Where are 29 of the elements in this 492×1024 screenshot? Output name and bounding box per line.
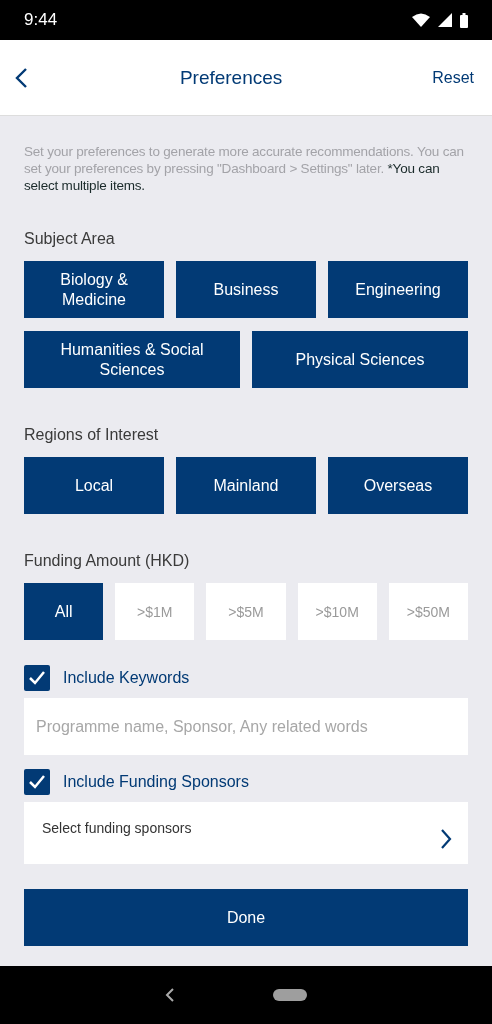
chevron-right-icon xyxy=(440,828,452,850)
back-nav-icon[interactable] xyxy=(165,988,175,1002)
section-label: Regions of Interest xyxy=(24,426,160,444)
status-time: 9:44 xyxy=(24,10,58,30)
section-label: Subject Area xyxy=(24,230,116,248)
option-chip[interactable]: Physical Sciences xyxy=(252,331,468,388)
wifi-icon xyxy=(412,13,430,27)
done-button[interactable]: Done xyxy=(24,889,468,946)
section-label: Funding Amount (HKD) xyxy=(24,552,191,570)
signal-icon xyxy=(438,13,452,27)
keyword-field[interactable]: Programme name, Sponsor, Any related words xyxy=(24,698,468,755)
option-chip[interactable]: Engineering xyxy=(328,261,468,318)
option-chip[interactable]: Overseas xyxy=(328,457,468,514)
option-chip[interactable]: Mainland xyxy=(176,457,316,514)
checkbox-label[interactable]: Include Keywords xyxy=(63,669,190,687)
intro-text: Set your preferences to generate more accurate recommendations. You can set your preferences by pressing "Dashboard > Settings" later. *You can select multiple items. xyxy=(24,143,465,194)
checkbox-label[interactable]: Include Funding Sponsors xyxy=(63,773,249,791)
reset-button[interactable]: Reset xyxy=(428,64,478,91)
option-chip[interactable]: Biology & Medicine xyxy=(24,261,164,318)
option-chip[interactable]: All xyxy=(24,583,104,640)
checkbox[interactable] xyxy=(24,769,50,795)
page-title: Preferences xyxy=(178,66,284,89)
battery-icon xyxy=(460,12,468,28)
option-chip[interactable]: Business xyxy=(176,261,316,318)
sponsor-select[interactable]: Select funding sponsors xyxy=(24,802,468,864)
option-chip[interactable]: Local xyxy=(24,457,164,514)
checkbox[interactable] xyxy=(24,665,50,691)
option-chip[interactable]: Humanities & Social Sciences xyxy=(24,331,240,388)
home-pill-icon[interactable] xyxy=(273,989,307,1001)
